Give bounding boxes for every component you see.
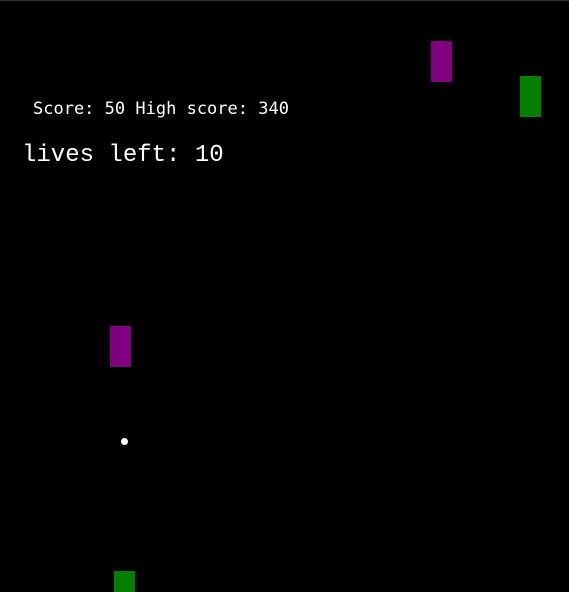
- score-label: Score:: [33, 99, 95, 119]
- high-score-value: 340: [258, 99, 289, 119]
- lives-display: lives left: 10: [22, 141, 224, 171]
- ball: [121, 438, 128, 445]
- score-display: Score: 50 High score: 340: [33, 98, 289, 120]
- purple-block: [431, 41, 452, 82]
- high-score-label: High score:: [135, 99, 248, 119]
- lives-value: 10: [194, 142, 224, 169]
- green-block: [114, 571, 135, 592]
- green-block: [520, 76, 541, 117]
- game-canvas[interactable]: Score: 50 High score: 340 lives left: 10: [0, 0, 569, 592]
- purple-block: [110, 326, 131, 367]
- lives-label: lives left:: [22, 142, 181, 169]
- score-value: 50: [104, 99, 126, 119]
